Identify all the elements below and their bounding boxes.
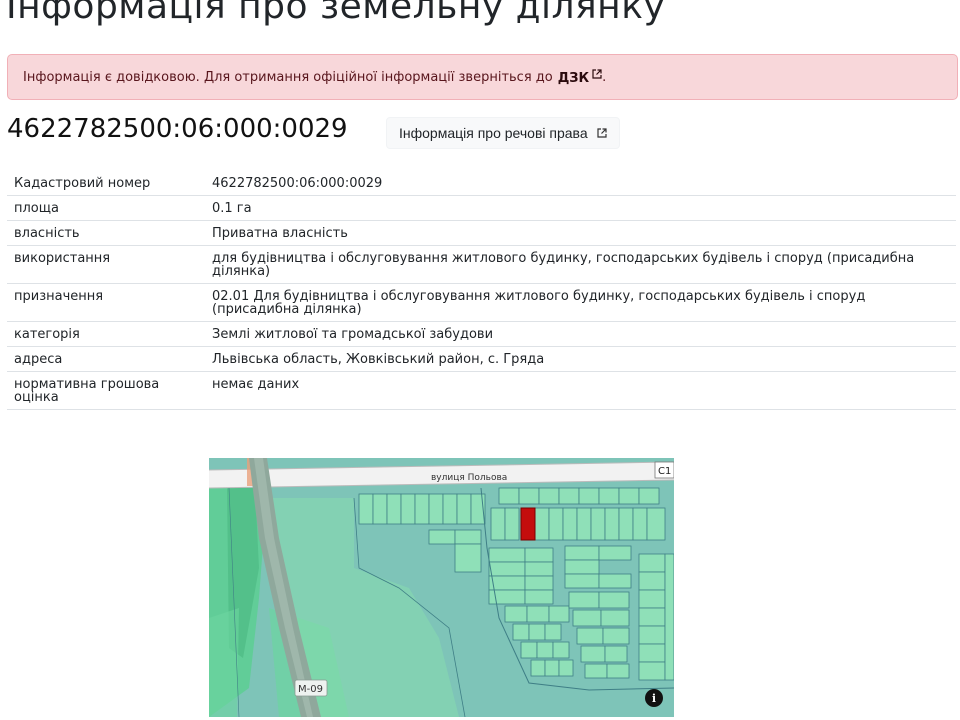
table-row: адреса Львівська область, Жовківський ра…	[7, 346, 956, 372]
row-value: для будівництва і обслуговування житлово…	[205, 245, 956, 284]
row-label: площа	[7, 195, 205, 221]
parcel-map[interactable]: вулиця Польова С1 М-09 i	[209, 458, 674, 717]
table-row: Кадастровий номер 4622782500:06:000:0029	[7, 171, 956, 196]
alert-text: Інформація є довідковою. Для отримання о…	[23, 69, 553, 85]
property-rights-button-label: Інформація про речові права	[399, 125, 588, 141]
table-row: власність Приватна власність	[7, 220, 956, 246]
parcel-block-right	[638, 553, 674, 681]
table-row: площа 0.1 га	[7, 195, 956, 221]
page-title: Інформація про земельну ділянку	[6, 0, 666, 27]
row-value: Приватна власність	[205, 220, 956, 246]
table-row: призначення 02.01 Для будівництва і обсл…	[7, 283, 956, 322]
parcel-row-second	[490, 507, 666, 541]
dzk-link[interactable]: ДЗК	[557, 68, 602, 86]
map-canvas[interactable]: вулиця Польова С1 М-09 i	[209, 458, 674, 717]
page: Інформація про земельну ділянку Інформац…	[0, 0, 960, 720]
parcel-details-table: Кадастровий номер 4622782500:06:000:0029…	[7, 171, 956, 410]
row-value: Львівська область, Жовківський район, с.…	[205, 346, 956, 372]
alert-suffix: .	[602, 69, 607, 85]
row-value: 0.1 га	[205, 195, 956, 221]
property-rights-button[interactable]: Інформація про речові права	[386, 117, 620, 149]
row-value: 02.01 Для будівництва і обслуговування ж…	[205, 283, 956, 322]
green-area	[209, 608, 239, 717]
table-row: категорія Землі житлової та громадської …	[7, 321, 956, 347]
table-row: використання для будівництва і обслугову…	[7, 245, 956, 284]
row-label: адреса	[7, 346, 205, 372]
row-label: призначення	[7, 283, 205, 322]
info-alert: Інформація є довідковою. Для отримання о…	[7, 54, 958, 100]
row-value: Землі житлової та громадської забудови	[205, 321, 956, 347]
row-label: нормативна грошова оцінка	[7, 371, 205, 410]
info-icon-glyph: i	[652, 692, 656, 705]
selected-parcel[interactable]	[520, 507, 536, 541]
external-link-icon	[597, 128, 607, 138]
street-label: вулиця Польова	[431, 473, 507, 483]
external-link-icon	[592, 68, 602, 79]
dzk-link-label: ДЗК	[557, 70, 590, 86]
cadastral-number-heading: 4622782500:06:000:0029	[7, 114, 348, 144]
row-value: немає даних	[205, 371, 956, 410]
map-info-button[interactable]: i	[645, 689, 663, 707]
row-label: використання	[7, 245, 205, 284]
row-label: власність	[7, 220, 205, 246]
row-label: Кадастровий номер	[7, 171, 205, 196]
table-row: нормативна грошова оцінка немає даних	[7, 371, 956, 410]
row-value: 4622782500:06:000:0029	[205, 171, 956, 196]
road-label: М-09	[298, 684, 323, 695]
row-label: категорія	[7, 321, 205, 347]
corner-label: С1	[658, 466, 671, 477]
